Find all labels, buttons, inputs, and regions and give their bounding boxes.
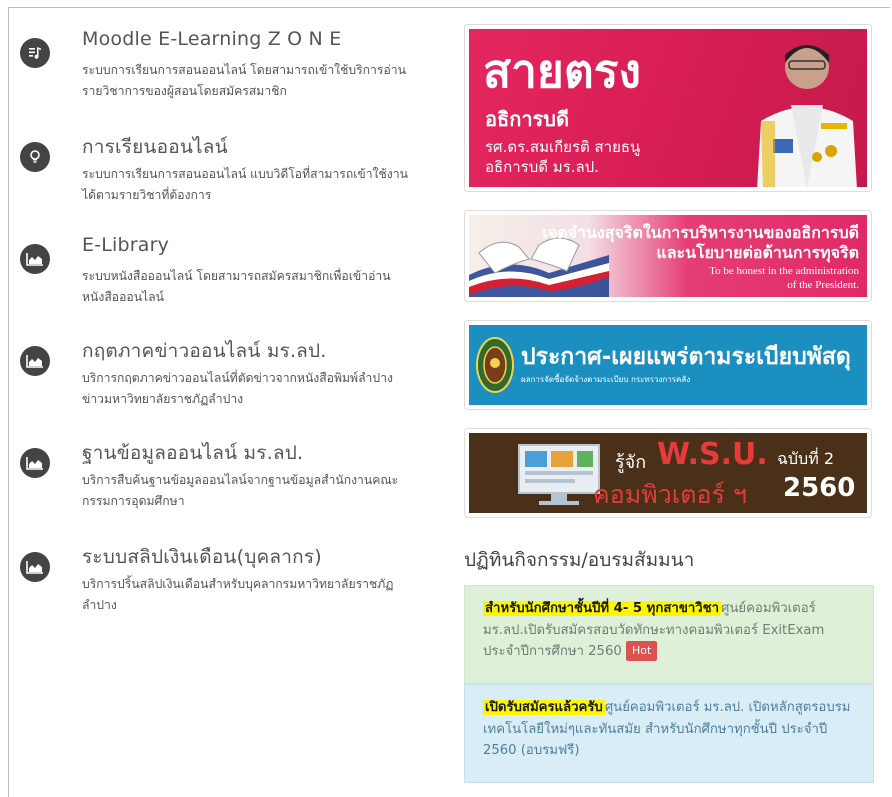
service-title[interactable]: E-Library xyxy=(82,234,169,256)
activities-title: ปฏิทินกิจกรรม/อบรมสัมมนา xyxy=(464,549,695,571)
area-chart-icon xyxy=(20,448,50,478)
banner-line2: และนโยบายต่อต้านการทุจริต xyxy=(656,243,859,262)
banner-line2: คอมพิวเตอร์ ฯ xyxy=(593,480,747,509)
banner-subtitle: ผลการจัดซื้อจัดจ้างตามระเบียบ กระทรวงการ… xyxy=(521,375,691,384)
hot-badge: Hot xyxy=(625,641,658,661)
banner-president-direct[interactable]: สายตรง อธิการบดี รศ.ดร.สมเกียรติ สายธนู … xyxy=(464,24,872,192)
service-description: ระบบการเรียนการสอนออนไลน์ แบบวิดีโอที่สา… xyxy=(82,167,408,202)
banner-prefix: รู้จัก xyxy=(615,452,647,473)
service-description: บริการกฤตภาคข่าวออนไลน์ที่ตัดข่าวจากหนัง… xyxy=(82,371,393,406)
banner-position: อธิการบดี มร.ลป. xyxy=(485,158,599,176)
music-note-icon xyxy=(20,38,50,68)
banner-procurement[interactable]: ประกาศ-เผยแพร่ตามระเบียบพัสดุ ผลการจัดซื… xyxy=(464,320,872,410)
service-description: บริการสืบค้นฐานข้อมูลออนไลน์จากฐานข้อมูล… xyxy=(82,473,399,508)
service-title[interactable]: ระบบสลิปเงินเดือน(บุคลากร) xyxy=(82,542,322,572)
banner-headline: สายตรง xyxy=(483,44,641,98)
banner-title: ประกาศ-เผยแพร่ตามระเบียบพัสดุ xyxy=(521,344,851,370)
service-title[interactable]: ฐานข้อมูลออนไลน์ มร.ลป. xyxy=(82,438,303,468)
banner-wsu[interactable]: รู้จัก W.S.U. ฉบับที่ 2 คอมพิวเตอร์ ฯ 25… xyxy=(464,428,872,518)
service-title[interactable]: กฤตภาคข่าวออนไลน์ มร.ลป. xyxy=(82,336,327,366)
service-title[interactable]: การเรียนออนไลน์ xyxy=(82,132,228,162)
service-description: บริการปริ้นสลิปเงินเดือนสำหรับบุคลากรมหา… xyxy=(82,577,394,612)
area-chart-icon xyxy=(20,346,50,376)
banner-english1: To be honest in the administration xyxy=(709,265,859,277)
lightbulb-icon xyxy=(20,142,50,172)
activity-highlight: สำหรับนักศึกษาชั้นปีที่ 4- 5 ทุกสาขาวิชา xyxy=(483,601,721,616)
activity-item[interactable]: สำหรับนักศึกษาชั้นปีที่ 4- 5 ทุกสาขาวิชา… xyxy=(464,585,874,684)
banner-year: 2560 xyxy=(783,473,856,503)
banner-issue: ฉบับที่ 2 xyxy=(777,449,835,468)
service-description: ระบบหนังสือออนไลน์ โดยสามารถสมัครสมาชิกเ… xyxy=(82,269,391,304)
banner-subheadline: อธิการบดี xyxy=(485,107,569,131)
banner-brand: W.S.U. xyxy=(657,437,768,472)
activity-item[interactable]: เปิดรับสมัครแล้วครับ ศูนย์คอมพิวเตอร์ มร.… xyxy=(464,684,874,783)
service-description: ระบบการเรียนการสอนออนไลน์ โดยสามารถเข้าใ… xyxy=(82,63,406,98)
computer-monitor-graphic xyxy=(518,444,600,505)
area-chart-icon xyxy=(20,244,50,274)
university-seal xyxy=(476,337,514,393)
banner-english2: of the President. xyxy=(787,279,859,291)
activity-highlight: เปิดรับสมัครแล้วครับ xyxy=(483,700,605,715)
service-title[interactable]: Moodle E-Learning Z O N E xyxy=(82,28,341,50)
president-portrait xyxy=(757,45,857,187)
area-chart-icon xyxy=(20,552,50,582)
banner-integrity[interactable]: เจตจำนงสุจริตในการบริหารงานของอธิการบดี … xyxy=(464,210,872,302)
